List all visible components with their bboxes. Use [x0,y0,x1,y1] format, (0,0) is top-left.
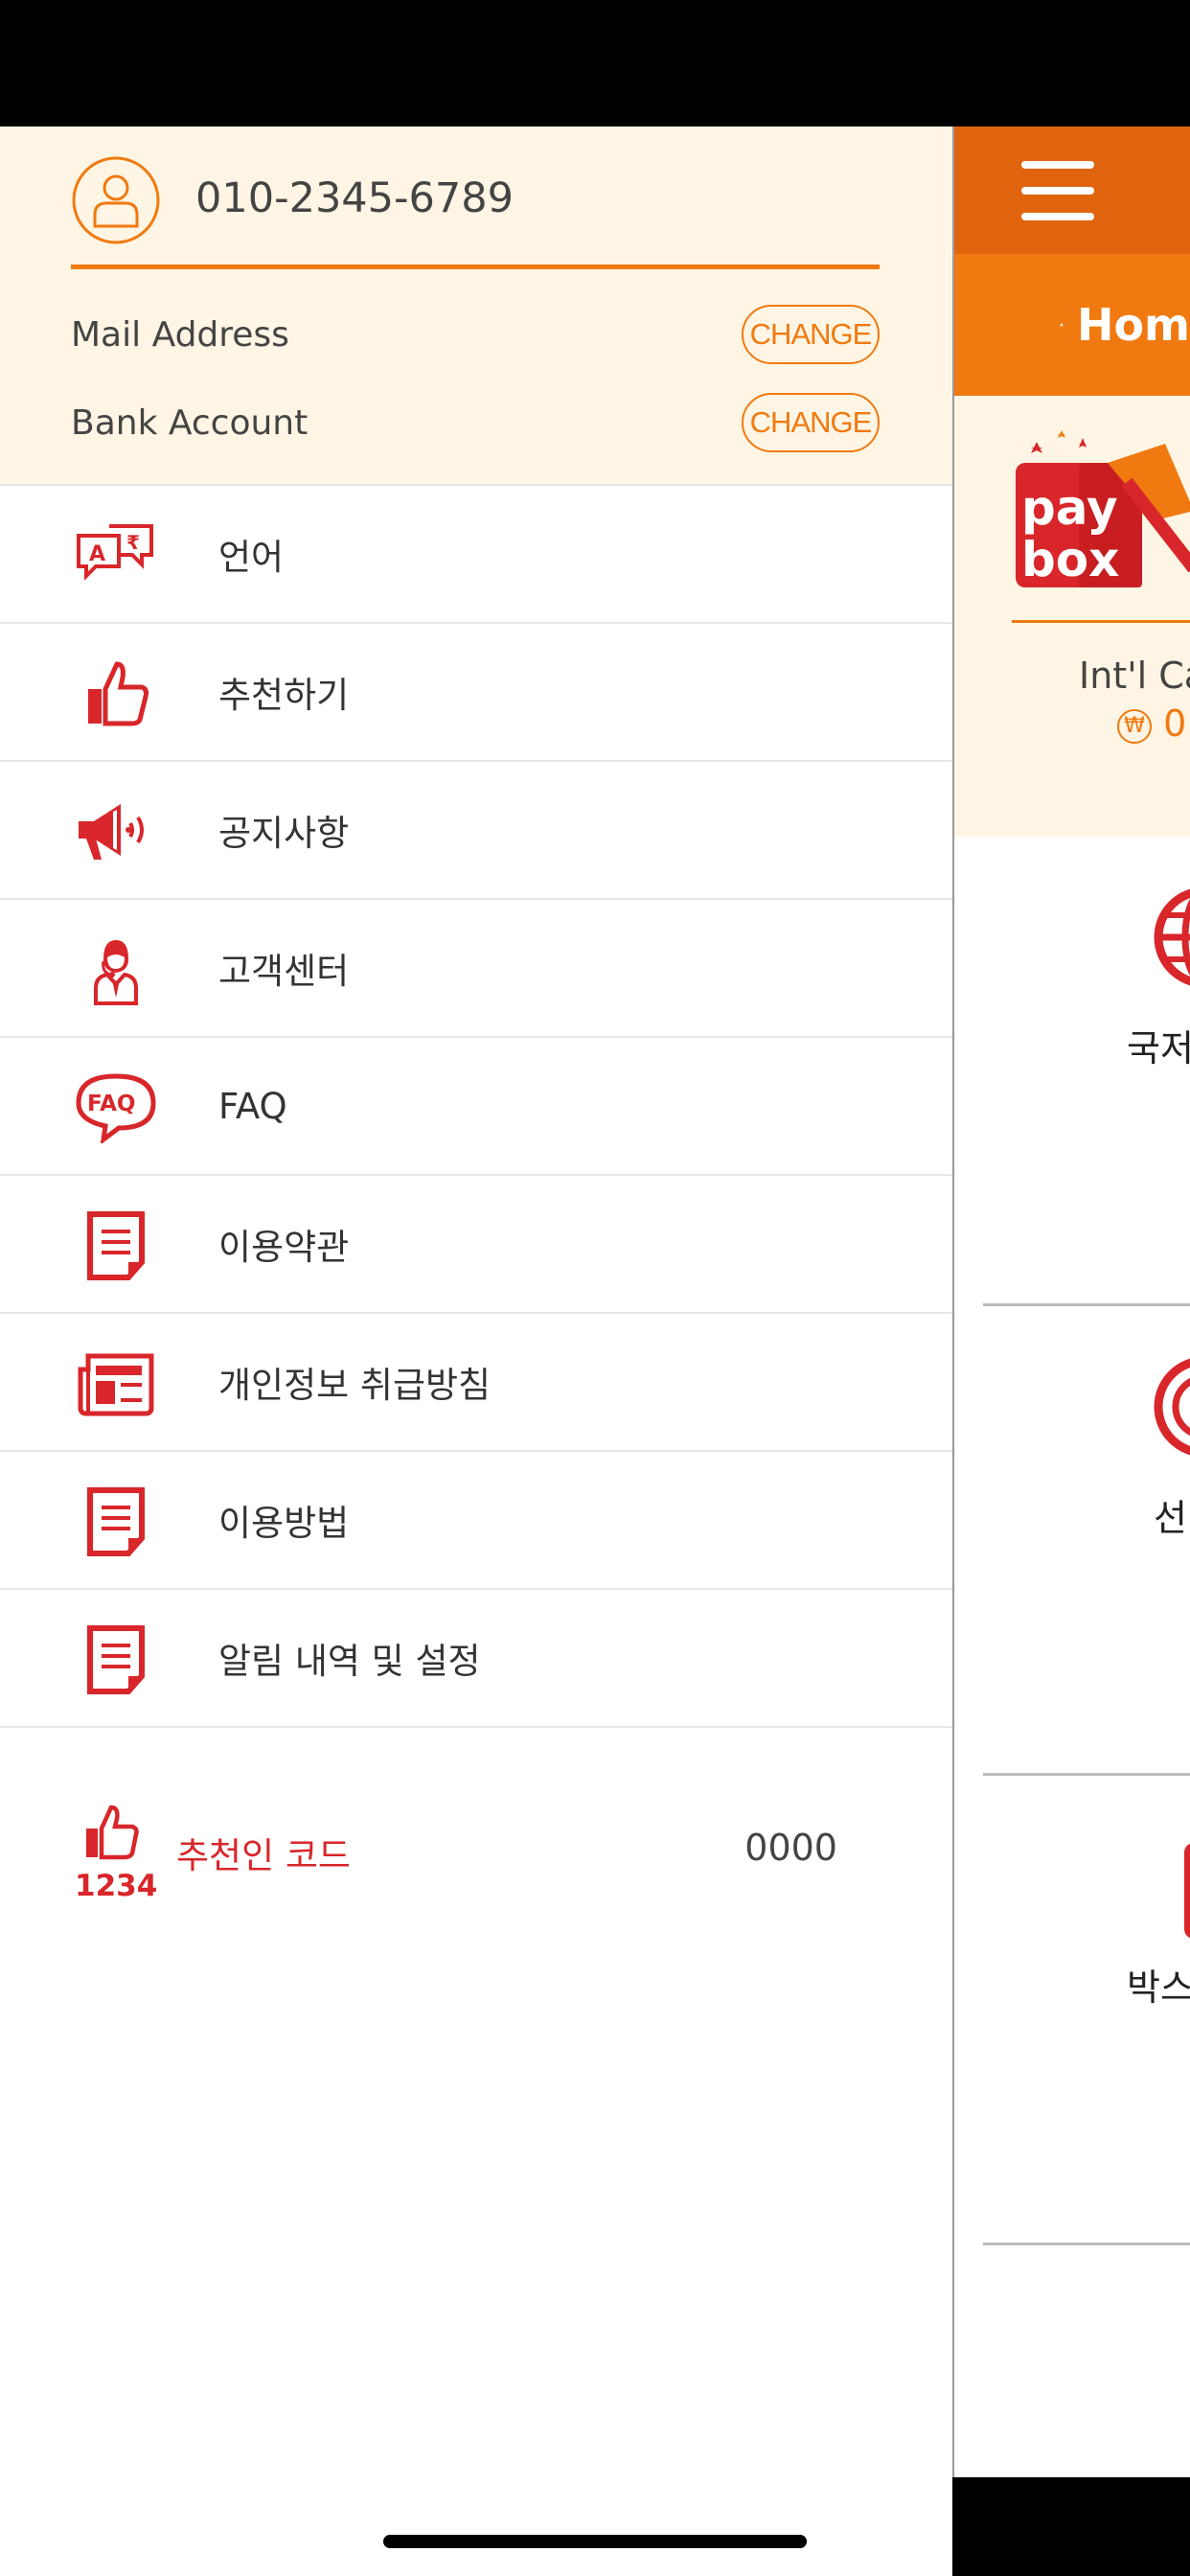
referral-code-row: 1234 추천인 코드 0000 [0,1775,952,1919]
globe-icon [1154,888,1190,986]
language-icon: A ₹ [77,524,153,581]
user-avatar-icon [72,156,160,244]
change-mail-button[interactable]: CHANGE [742,305,880,364]
service-tile-prepaid[interactable]: 선 [983,1306,1190,1776]
menu-item-label: 개인정보 취급방침 [218,1365,492,1406]
home-nav[interactable]: Hom [954,254,1190,396]
megaphone-icon [79,804,144,860]
menu-item-how-to-use[interactable]: 이용방법 [0,1452,952,1590]
screen: 010-2345-6789 Mail Address CHANGE Bank A… [0,0,1190,2576]
newspaper-icon [78,1353,154,1416]
svg-text:A: A [89,542,105,566]
menu-item-notification-settings[interactable]: 알림 내역 및 설정 [0,1590,952,1728]
main-page: Hom pay box Int'l Ca ₩ 0 [952,126,1190,2477]
card-balance-value: 0 [1163,702,1187,745]
bank-account-label: Bank Account [71,402,309,443]
menu-item-label: 고객센터 [218,951,350,992]
page-bottom-bar [952,2477,1190,2576]
menu-item-privacy-policy[interactable]: 개인정보 취급방침 [0,1314,952,1452]
thumbs-up-icon [88,661,149,726]
home-icon [1060,323,1064,327]
profile-header: 010-2345-6789 Mail Address CHANGE Bank A… [0,126,952,486]
menu-item-label: 추천하기 [218,675,350,716]
home-indicator[interactable] [383,2535,807,2548]
menu-item-label: FAQ [218,1085,287,1127]
side-drawer: 010-2345-6789 Mail Address CHANGE Bank A… [0,126,952,2576]
referral-code-value: 0000 [744,1827,837,1869]
change-bank-button[interactable]: CHANGE [742,393,880,452]
document-icon [87,1211,145,1280]
menu-item-label: 이용약관 [218,1227,350,1268]
referral-code-label: 추천인 코드 [176,1835,351,1876]
card-banner: pay box Int'l Ca ₩ 0 [954,396,1190,837]
hamburger-menu-icon[interactable] [1021,161,1094,220]
drawer-menu: A ₹ 언어 추천하기 공지사항 고객센터 FAQ FAQ 이용약관 개인정보 … [0,486,952,1728]
top-bar [954,126,1190,254]
menu-item-notice[interactable]: 공지사항 [0,762,952,900]
menu-item-label: 이용방법 [218,1503,350,1544]
mail-address-row: Mail Address CHANGE [71,304,880,365]
referral-icon-text: 1234 [75,1869,157,1903]
home-nav-label: Hom [1076,299,1190,351]
paybox-logo-text-1: pay [1021,480,1118,536]
card-name: Int'l Ca [1079,655,1190,697]
phone-number: 010-2345-6789 [195,174,514,222]
paybox-logo: pay box [1016,430,1190,587]
menu-item-faq[interactable]: FAQ FAQ [0,1038,952,1176]
card-balance: ₩ 0 [1117,702,1186,745]
mail-address-label: Mail Address [71,314,289,355]
menu-item-language[interactable]: A ₹ 언어 [0,486,952,624]
service-tile-intl[interactable]: 국저 [983,837,1190,1306]
service-tile-box[interactable]: 박스 [983,1776,1190,2245]
referral-thumbs-up-icon: 1234 [75,1805,157,1903]
bank-account-row: Bank Account CHANGE [71,392,880,453]
menu-item-label: 공지사항 [218,813,350,854]
menu-item-recommend[interactable]: 추천하기 [0,624,952,762]
document-icon [87,1487,145,1556]
menu-item-label: 언어 [218,537,285,578]
box-icon [1184,1843,1190,1939]
tile-label: 선 [1154,1497,1187,1539]
svg-text:FAQ: FAQ [87,1092,135,1116]
won-icon: ₩ [1117,708,1152,744]
paybox-logo-text-2: box [1021,532,1119,587]
coin-icon [1154,1358,1190,1456]
menu-item-label: 알림 내역 및 설정 [218,1641,481,1682]
document-icon [87,1625,145,1694]
svg-text:₹: ₹ [126,531,140,554]
banner-divider [1012,620,1190,623]
header-divider [71,264,880,269]
tile-label: 박스 [1127,1966,1190,2009]
faq-icon: FAQ [76,1073,156,1143]
menu-item-terms[interactable]: 이용약관 [0,1176,952,1314]
support-agent-icon [94,940,138,1005]
menu-item-customer-center[interactable]: 고객센터 [0,900,952,1038]
tile-label: 국저 [1127,1027,1190,1070]
